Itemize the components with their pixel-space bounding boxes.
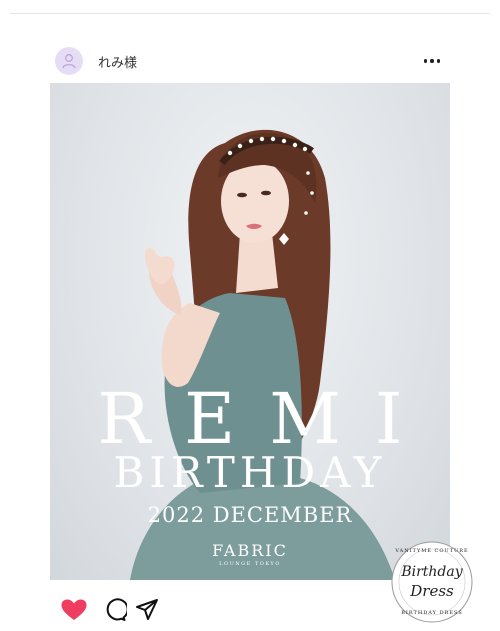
comment-icon[interactable]	[103, 598, 127, 622]
badge-bottom-text: BIRTHDAY DRESS	[401, 610, 463, 616]
more-options-button[interactable]	[420, 52, 444, 70]
top-divider	[10, 13, 490, 14]
title-birthday: BIRTHDAY	[113, 448, 387, 497]
more-dots-icon	[430, 59, 434, 63]
username[interactable]: れみ様	[98, 52, 137, 71]
avatar[interactable]	[55, 47, 83, 75]
user-placeholder-icon	[62, 54, 76, 69]
post-header: れみ様	[50, 44, 450, 78]
badge-line-1: Birthday	[401, 564, 463, 580]
post-image[interactable]: REMI BIRTHDAY 2022 DECEMBER FABRIC LOUNG…	[50, 83, 450, 580]
more-dots-icon	[423, 59, 428, 63]
heart-icon[interactable]	[60, 598, 88, 622]
title-date: 2022 DECEMBER	[147, 503, 353, 527]
badge-line-2: Dress	[410, 582, 454, 600]
post-actions	[60, 598, 180, 622]
send-icon[interactable]	[135, 598, 159, 622]
more-dots-icon	[436, 59, 441, 63]
badge-top-text: VANITYME COUTURE	[395, 548, 469, 554]
birthday-dress-badge: VANITYME COUTURE Birthday Dress BIRTHDAY…	[390, 540, 474, 624]
